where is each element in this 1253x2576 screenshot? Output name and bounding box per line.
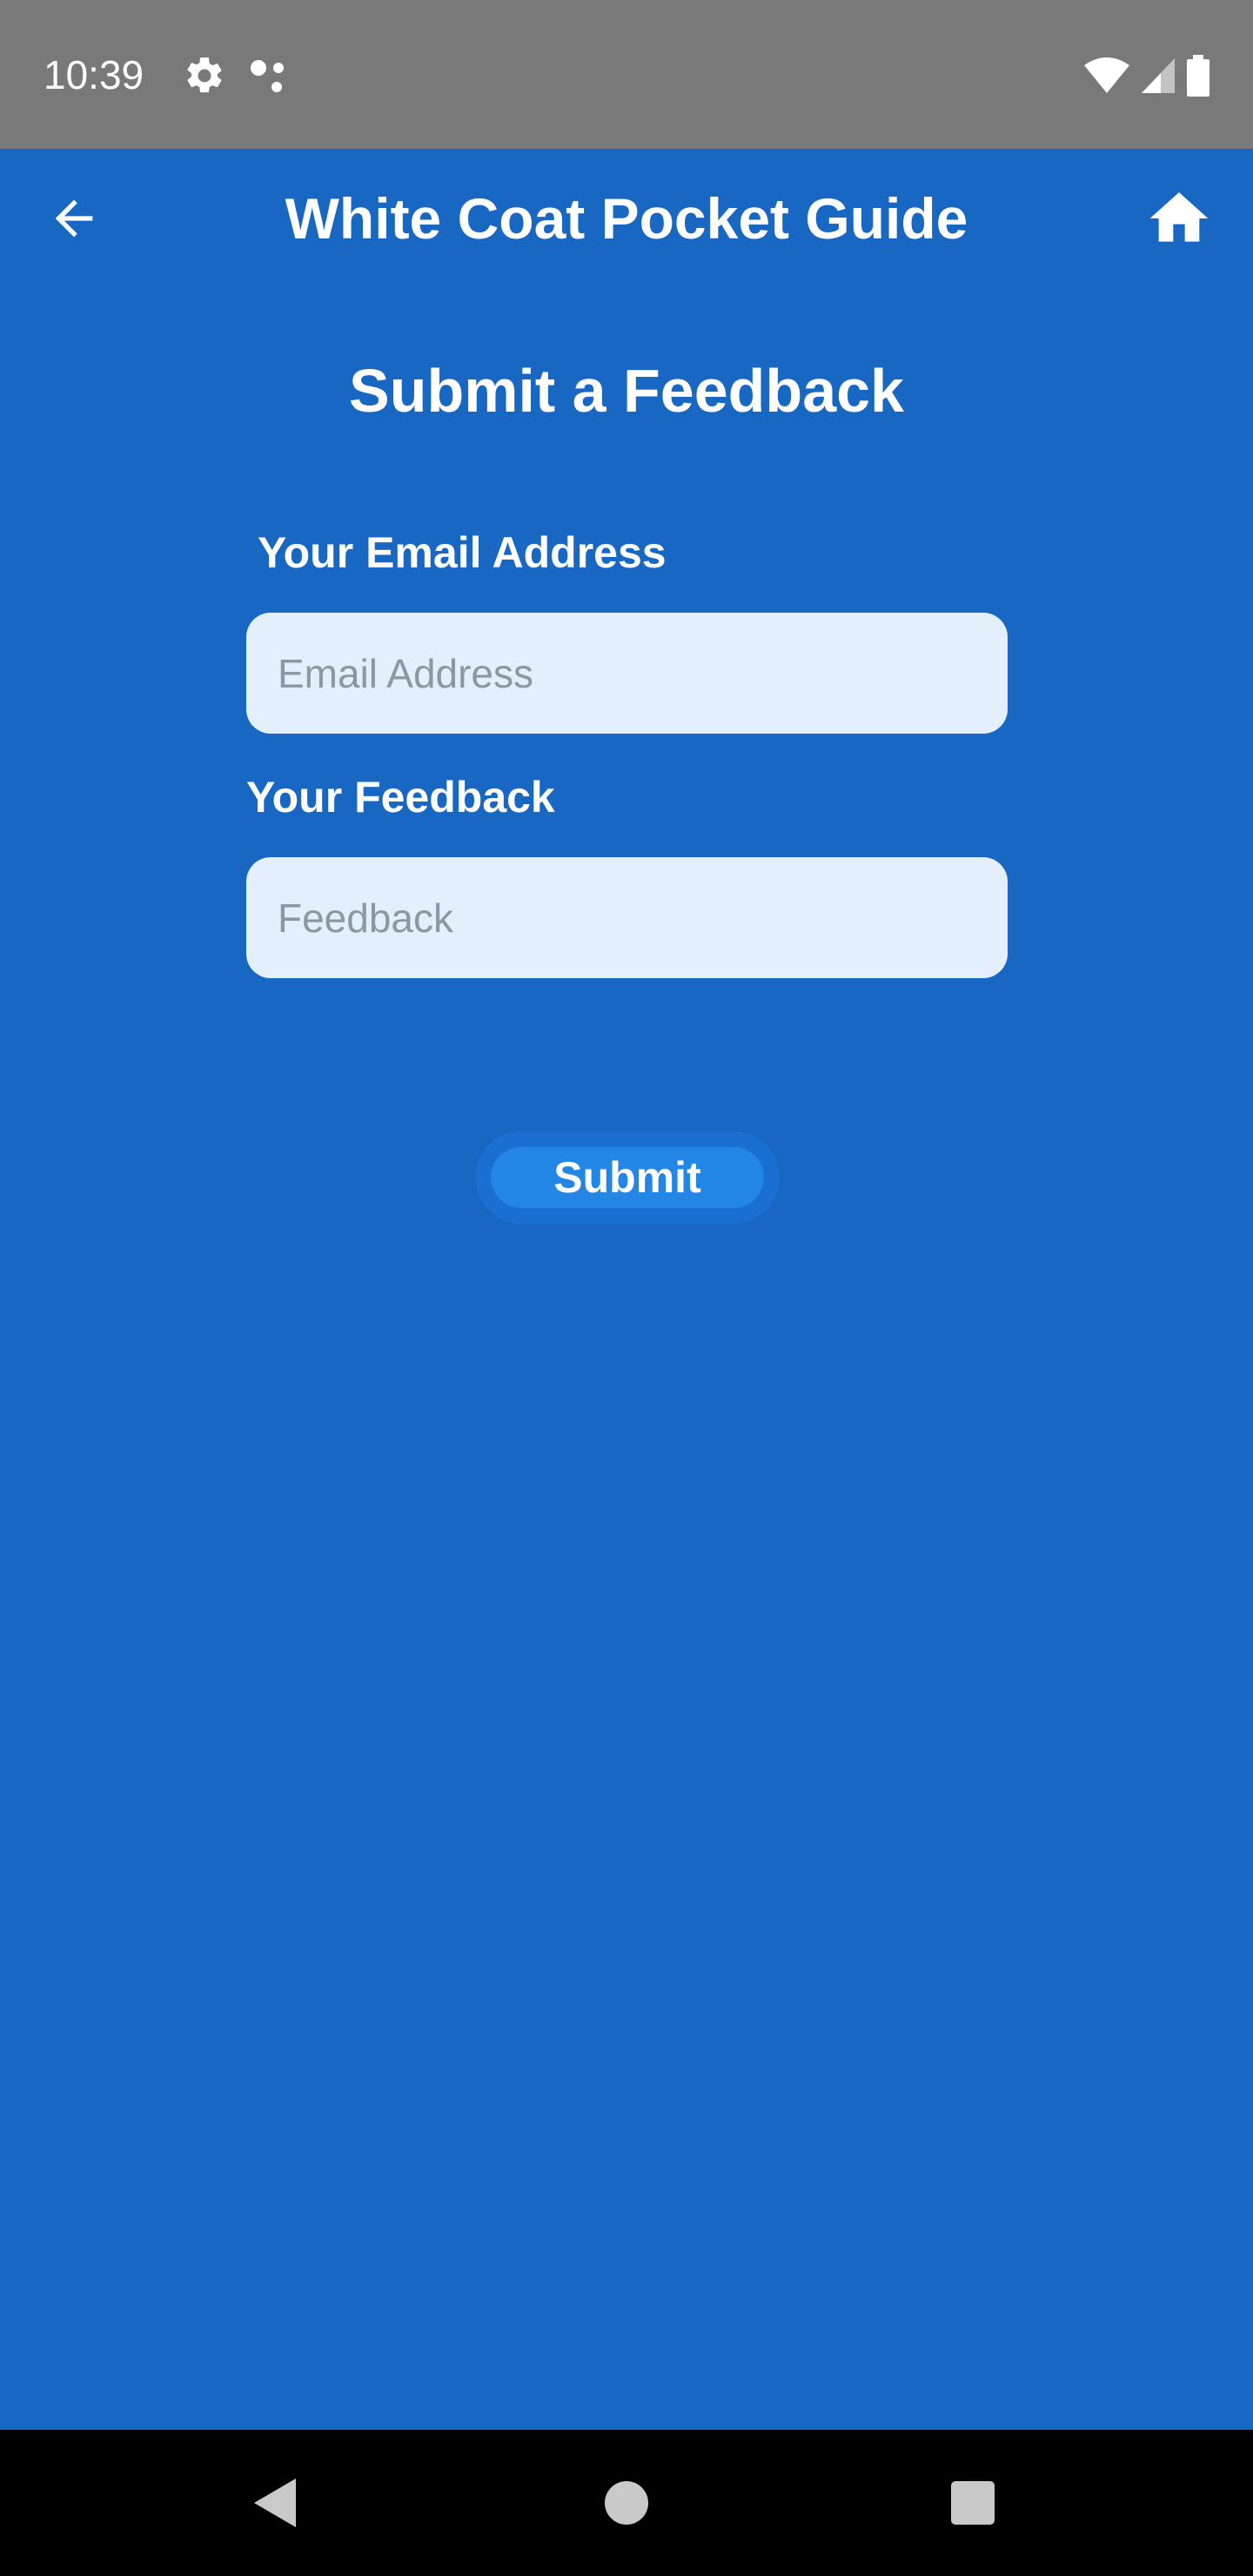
nav-recents-icon[interactable]	[949, 2479, 996, 2526]
submit-button[interactable]: Submit	[491, 1147, 764, 1208]
submit-button-container: Submit	[475, 1131, 780, 1224]
home-icon	[1149, 192, 1209, 242]
feedback-field[interactable]	[246, 857, 1008, 978]
system-nav-bar	[0, 2430, 1253, 2576]
email-field[interactable]	[246, 613, 1008, 734]
feedback-screen: 10:39 White Coat Pocket Guide Submit a F…	[0, 0, 1253, 2576]
home-button[interactable]	[1140, 182, 1218, 255]
assistant-dots-icon	[251, 60, 284, 92]
nav-home-icon[interactable]	[603, 2479, 650, 2526]
wifi-icon	[1084, 57, 1129, 93]
email-label: Your Email Address	[258, 528, 667, 577]
app-title: White Coat Pocket Guide	[285, 186, 968, 251]
status-system-icons	[1082, 54, 1211, 97]
app-bar: White Coat Pocket Guide	[0, 149, 1253, 288]
status-bar: 10:39	[0, 0, 1253, 149]
status-time: 10:39	[44, 52, 144, 97]
nav-back-icon[interactable]	[251, 2475, 299, 2531]
feedback-label: Your Feedback	[246, 773, 555, 822]
gear-icon	[187, 57, 222, 93]
battery-icon	[1187, 55, 1209, 97]
cell-signal-icon	[1142, 58, 1175, 93]
page-title: Submit a Feedback	[349, 357, 904, 425]
